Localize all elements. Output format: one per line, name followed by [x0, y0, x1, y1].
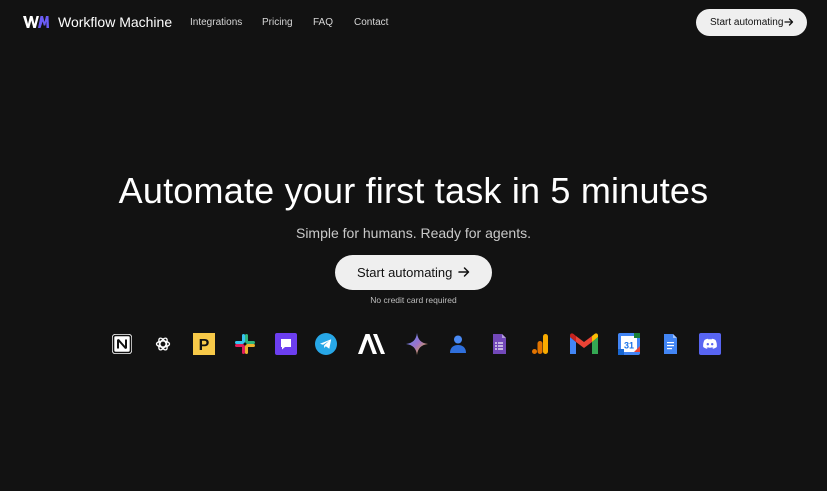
no-credit-card-note: No credit card required [370, 295, 457, 305]
hero-start-automating-button[interactable]: Start automating [335, 255, 492, 290]
brand-name[interactable]: Workflow Machine [58, 13, 172, 31]
nav-link-pricing[interactable]: Pricing [262, 16, 293, 29]
hero-subheadline: Simple for humans. Ready for agents. [295, 225, 531, 241]
google-docs-icon [658, 332, 682, 356]
google-calendar-icon: 31 [617, 332, 641, 356]
google-analytics-icon [528, 332, 552, 356]
gmail-icon [568, 332, 600, 356]
producthunt-icon: P [192, 332, 216, 356]
hero-headline: Automate your first task in 5 minutes [118, 170, 709, 211]
anthropic-icon [356, 332, 388, 356]
slack-icon [233, 332, 257, 356]
contact-icon [446, 332, 470, 356]
notion-icon [110, 332, 134, 356]
svg-text:P: P [199, 337, 210, 354]
google-forms-icon [487, 332, 511, 356]
page: Workflow Machine Integrations Pricing FA… [0, 0, 827, 491]
arrow-right-icon [784, 18, 794, 26]
telegram-icon [314, 332, 338, 356]
gemini-icon [405, 332, 429, 356]
top-nav: Workflow Machine Integrations Pricing FA… [0, 0, 827, 45]
chat-icon [274, 332, 298, 356]
openai-icon [151, 332, 175, 356]
hero-cta-label: Start automating [357, 265, 453, 280]
arrow-right-icon [458, 267, 470, 277]
nav-link-integrations[interactable]: Integrations [190, 16, 242, 29]
nav-link-contact[interactable]: Contact [354, 16, 388, 29]
svg-text:31: 31 [624, 341, 634, 351]
nav-start-automating-button[interactable]: Start automating [696, 9, 807, 36]
nav-link-faq[interactable]: FAQ [313, 16, 333, 29]
nav-cta-label: Start automating [710, 17, 784, 28]
logo-icon[interactable] [23, 15, 49, 29]
discord-icon [698, 332, 722, 356]
